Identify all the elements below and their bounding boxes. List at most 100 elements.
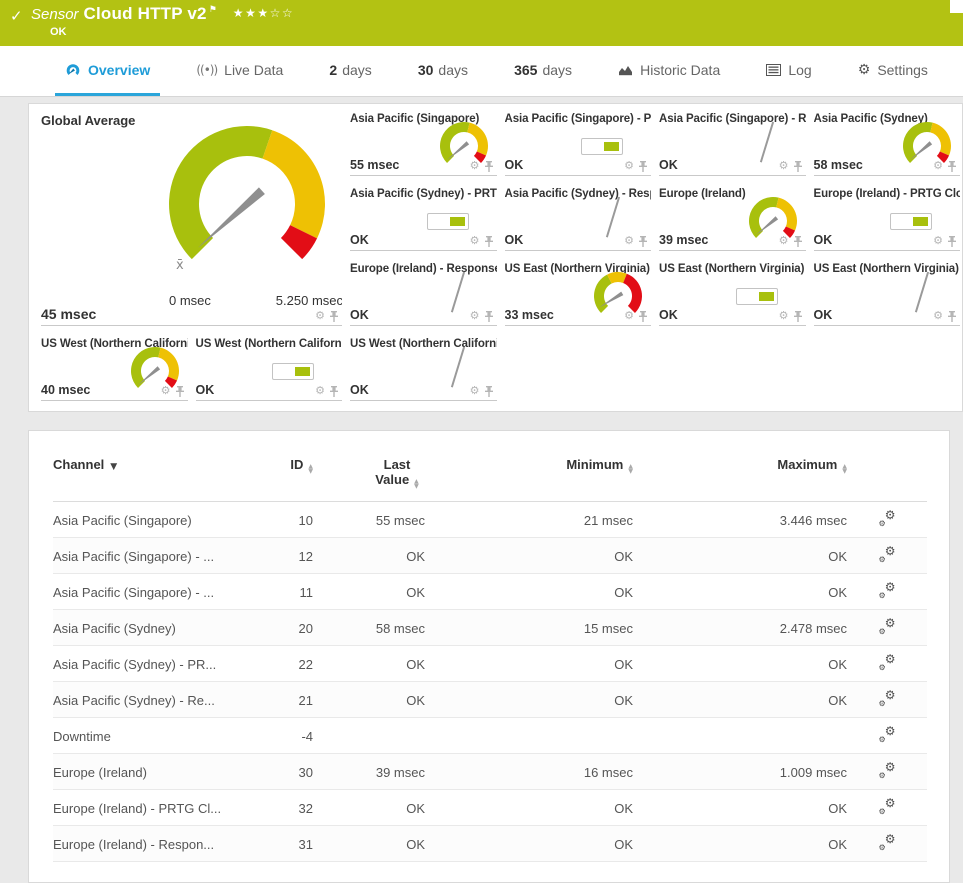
pin-tile-icon[interactable] xyxy=(484,310,494,322)
channel-id: 12 xyxy=(253,537,313,574)
pin-tile-icon[interactable] xyxy=(638,160,648,172)
gauge-settings-gear-icon[interactable]: ⚙ xyxy=(470,385,480,396)
tab-label: Log xyxy=(788,61,812,78)
channel-settings-icon[interactable]: ⚙ ⚙ xyxy=(879,652,896,672)
gauge-tile: US West (Northern California) 40 msec ⚙ xyxy=(41,335,188,401)
tile-value: OK xyxy=(350,383,369,397)
gauge-settings-gear-icon[interactable]: ⚙ xyxy=(933,235,943,246)
tab-30-days[interactable]: 30 days xyxy=(408,46,478,96)
channel-settings-icon[interactable]: ⚙ ⚙ xyxy=(879,688,896,708)
channel-row[interactable]: Asia Pacific (Sydney) 20 58 msec 15 msec 2.4… xyxy=(53,609,927,646)
tile-value: OK xyxy=(813,233,833,247)
gauge-settings-gear-icon[interactable]: ⚙ xyxy=(315,385,325,396)
tile-value: 45 msec xyxy=(41,306,97,322)
switch-knob xyxy=(295,367,310,376)
pin-tile-icon[interactable] xyxy=(947,160,957,172)
channel-settings-icon[interactable]: ⚙ ⚙ xyxy=(879,616,896,636)
priority-stars[interactable]: ★★★☆☆ xyxy=(233,6,294,20)
tile-icon-group: ⚙ xyxy=(779,160,803,172)
gauge-settings-gear-icon[interactable]: ⚙ xyxy=(779,235,789,246)
tile-title: Asia Pacific (Sydney) - Respo... xyxy=(504,188,652,200)
channel-settings-icon[interactable]: ⚙ ⚙ xyxy=(879,508,896,528)
pin-tile-icon[interactable] xyxy=(175,385,185,397)
tab-2-days[interactable]: 2 days xyxy=(319,46,381,96)
column-header-minimum[interactable]: Minimum ▲ ▼ xyxy=(425,443,633,502)
gauge-settings-gear-icon[interactable]: ⚙ xyxy=(779,160,789,171)
pin-tile-icon[interactable] xyxy=(329,310,339,322)
channel-settings-icon[interactable]: ⚙ ⚙ xyxy=(879,832,896,852)
gauge-settings-gear-icon[interactable]: ⚙ xyxy=(624,160,634,171)
pin-tile-icon[interactable] xyxy=(947,310,957,322)
star-filled-icon[interactable]: ★ xyxy=(257,6,269,20)
pin-tile-icon[interactable] xyxy=(484,160,494,172)
pin-tile-icon[interactable] xyxy=(638,235,648,247)
pin-tile-icon[interactable] xyxy=(793,235,803,247)
tab-label: days xyxy=(342,61,372,78)
channel-id: 32 xyxy=(253,789,313,826)
pin-tile-icon[interactable] xyxy=(793,160,803,172)
channel-settings-icon[interactable]: ⚙ ⚙ xyxy=(879,544,896,564)
pin-tile-icon[interactable] xyxy=(484,235,494,247)
channel-row[interactable]: Downtime -4 ⚙ ⚙ xyxy=(53,717,927,754)
star-empty-icon[interactable]: ☆ xyxy=(282,6,294,20)
channel-name: Downtime xyxy=(53,717,253,754)
sensor-status: OK xyxy=(50,26,67,38)
gauge-settings-gear-icon[interactable]: ⚙ xyxy=(624,310,634,321)
channel-id: 11 xyxy=(253,573,313,610)
gauge-settings-gear-icon[interactable]: ⚙ xyxy=(624,235,634,246)
pin-tile-icon[interactable] xyxy=(793,310,803,322)
column-header-last-value[interactable]: Last Value ▲ ▼ xyxy=(313,443,425,502)
channel-row[interactable]: Asia Pacific (Singapore) - ... 11 OK OK OK ⚙ ⚙ xyxy=(53,573,927,610)
pin-tile-icon[interactable] xyxy=(484,385,494,397)
flag-icon[interactable]: ⚑ xyxy=(209,5,217,15)
pin-tile-icon[interactable] xyxy=(329,385,339,397)
star-filled-icon[interactable]: ★ xyxy=(245,6,257,20)
channel-actions-cell: ⚙ ⚙ xyxy=(847,645,927,682)
column-header-id[interactable]: ID ▲ ▼ xyxy=(253,443,313,502)
gauge-settings-gear-icon[interactable]: ⚙ xyxy=(161,385,171,396)
star-filled-icon[interactable]: ★ xyxy=(233,6,245,20)
tile-icon-group: ⚙ xyxy=(624,160,648,172)
tile-icon-group: ⚙ xyxy=(779,235,803,247)
channel-settings-icon[interactable]: ⚙ ⚙ xyxy=(879,796,896,816)
channel-actions-cell: ⚙ ⚙ xyxy=(847,609,927,646)
tab-historic-data[interactable]: Historic Data xyxy=(608,46,730,96)
gauge-settings-gear-icon[interactable]: ⚙ xyxy=(933,310,943,321)
tab-settings[interactable]: ⚙ Settings xyxy=(848,46,938,96)
gauge-settings-gear-icon[interactable]: ⚙ xyxy=(470,160,480,171)
gauge-settings-gear-icon[interactable]: ⚙ xyxy=(470,235,480,246)
tab-live-data[interactable]: ((•)) Live Data xyxy=(186,46,293,96)
channel-row[interactable]: Asia Pacific (Sydney) - Re... 21 OK OK OK ⚙ ⚙ xyxy=(53,681,927,718)
channel-row[interactable]: Asia Pacific (Sydney) - PR... 22 OK OK OK ⚙ ⚙ xyxy=(53,645,927,682)
channel-row[interactable]: Europe (Ireland) - PRTG Cl... 32 OK OK OK ⚙ ⚙ xyxy=(53,789,927,826)
channel-row[interactable]: Asia Pacific (Singapore) - ... 12 OK OK OK ⚙ ⚙ xyxy=(53,537,927,574)
tile-title: Asia Pacific (Sydney) - PRTG ... xyxy=(350,188,497,200)
star-empty-icon[interactable]: ☆ xyxy=(270,6,282,20)
tab-365-days[interactable]: 365 days xyxy=(504,46,582,96)
channel-settings-icon[interactable]: ⚙ ⚙ xyxy=(879,580,896,600)
channel-minimum: OK xyxy=(425,573,633,610)
channel-name: Asia Pacific (Singapore) xyxy=(53,501,253,538)
channel-settings-icon[interactable]: ⚙ ⚙ xyxy=(879,760,896,780)
pin-tile-icon[interactable] xyxy=(947,235,957,247)
gauge-settings-gear-icon[interactable]: ⚙ xyxy=(470,310,480,321)
channel-row[interactable]: Europe (Ireland) 30 39 msec 16 msec 1.009 ms… xyxy=(53,753,927,790)
gauge-settings-gear-icon[interactable]: ⚙ xyxy=(315,310,325,321)
channel-id: 10 xyxy=(253,501,313,538)
tab-log[interactable]: Log xyxy=(756,46,821,96)
channel-last-value: 58 msec xyxy=(313,609,425,646)
pin-tile-icon[interactable] xyxy=(638,310,648,322)
column-header-maximum[interactable]: Maximum ▲ ▼ xyxy=(633,443,847,502)
gauge-tile: Asia Pacific (Sydney) - Respo... OK ⚙ xyxy=(504,185,652,251)
tile-value: OK xyxy=(659,308,678,322)
tab-number: 2 xyxy=(329,61,338,78)
channel-settings-icon[interactable]: ⚙ ⚙ xyxy=(879,724,896,744)
tab-overview[interactable]: Overview xyxy=(55,46,161,96)
gauge-settings-gear-icon[interactable]: ⚙ xyxy=(779,310,789,321)
tab-label: Historic Data xyxy=(640,61,721,78)
binary-state-switch xyxy=(581,138,623,155)
channel-row[interactable]: Asia Pacific (Singapore) 10 55 msec 21 msec… xyxy=(53,501,927,538)
gauge-settings-gear-icon[interactable]: ⚙ xyxy=(933,160,943,171)
column-header-channel[interactable]: Channel ▼ xyxy=(53,443,253,502)
column-label: Minimum xyxy=(566,457,624,472)
